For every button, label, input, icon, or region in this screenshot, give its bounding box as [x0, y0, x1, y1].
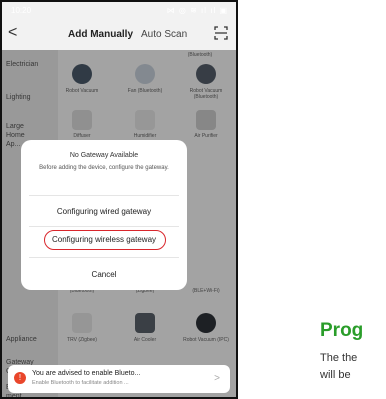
status-bar: 10:20 ⋈ ◎ ≋ ıl ıl ▣ [2, 2, 236, 20]
header: < Add Manually Auto Scan [2, 20, 236, 50]
back-icon[interactable]: < [8, 24, 17, 42]
banner-subtitle: Enable Bluetooth to facilitate addition … [32, 380, 129, 386]
tab-add-manually[interactable]: Add Manually [68, 29, 133, 40]
cancel-button[interactable]: Cancel [21, 270, 187, 279]
status-time: 10:20 [11, 6, 32, 15]
wireless-gateway-button[interactable]: Configuring wireless gateway [21, 235, 187, 244]
divider [29, 226, 179, 227]
page-heading: Prog [320, 320, 364, 341]
tab-auto-scan[interactable]: Auto Scan [141, 29, 187, 40]
body-text-line: The the [320, 352, 358, 364]
dialog-message: Before adding the device, configure the … [39, 165, 169, 171]
phone-screen: 10:20 ⋈ ◎ ≋ ıl ıl ▣ < Add Manually Auto … [2, 2, 236, 397]
banner-title: You are advised to enable Blueto... [32, 370, 141, 377]
chevron-right-icon[interactable]: > [214, 373, 220, 384]
divider [29, 257, 179, 258]
status-icons: ⋈ ◎ ≋ ıl ıl ▣ [166, 6, 228, 15]
alert-icon: ! [14, 372, 26, 384]
gateway-dialog: No Gateway Available Before adding the d… [21, 140, 187, 290]
wired-gateway-button[interactable]: Configuring wired gateway [21, 207, 187, 216]
body-text-line: will be [320, 369, 351, 381]
scan-icon[interactable] [214, 26, 228, 40]
dialog-title: No Gateway Available [69, 152, 139, 159]
bluetooth-banner[interactable]: ! You are advised to enable Blueto... En… [8, 365, 230, 393]
phone-frame: 10:20 ⋈ ◎ ≋ ıl ıl ▣ < Add Manually Auto … [0, 0, 238, 399]
divider [29, 195, 179, 196]
